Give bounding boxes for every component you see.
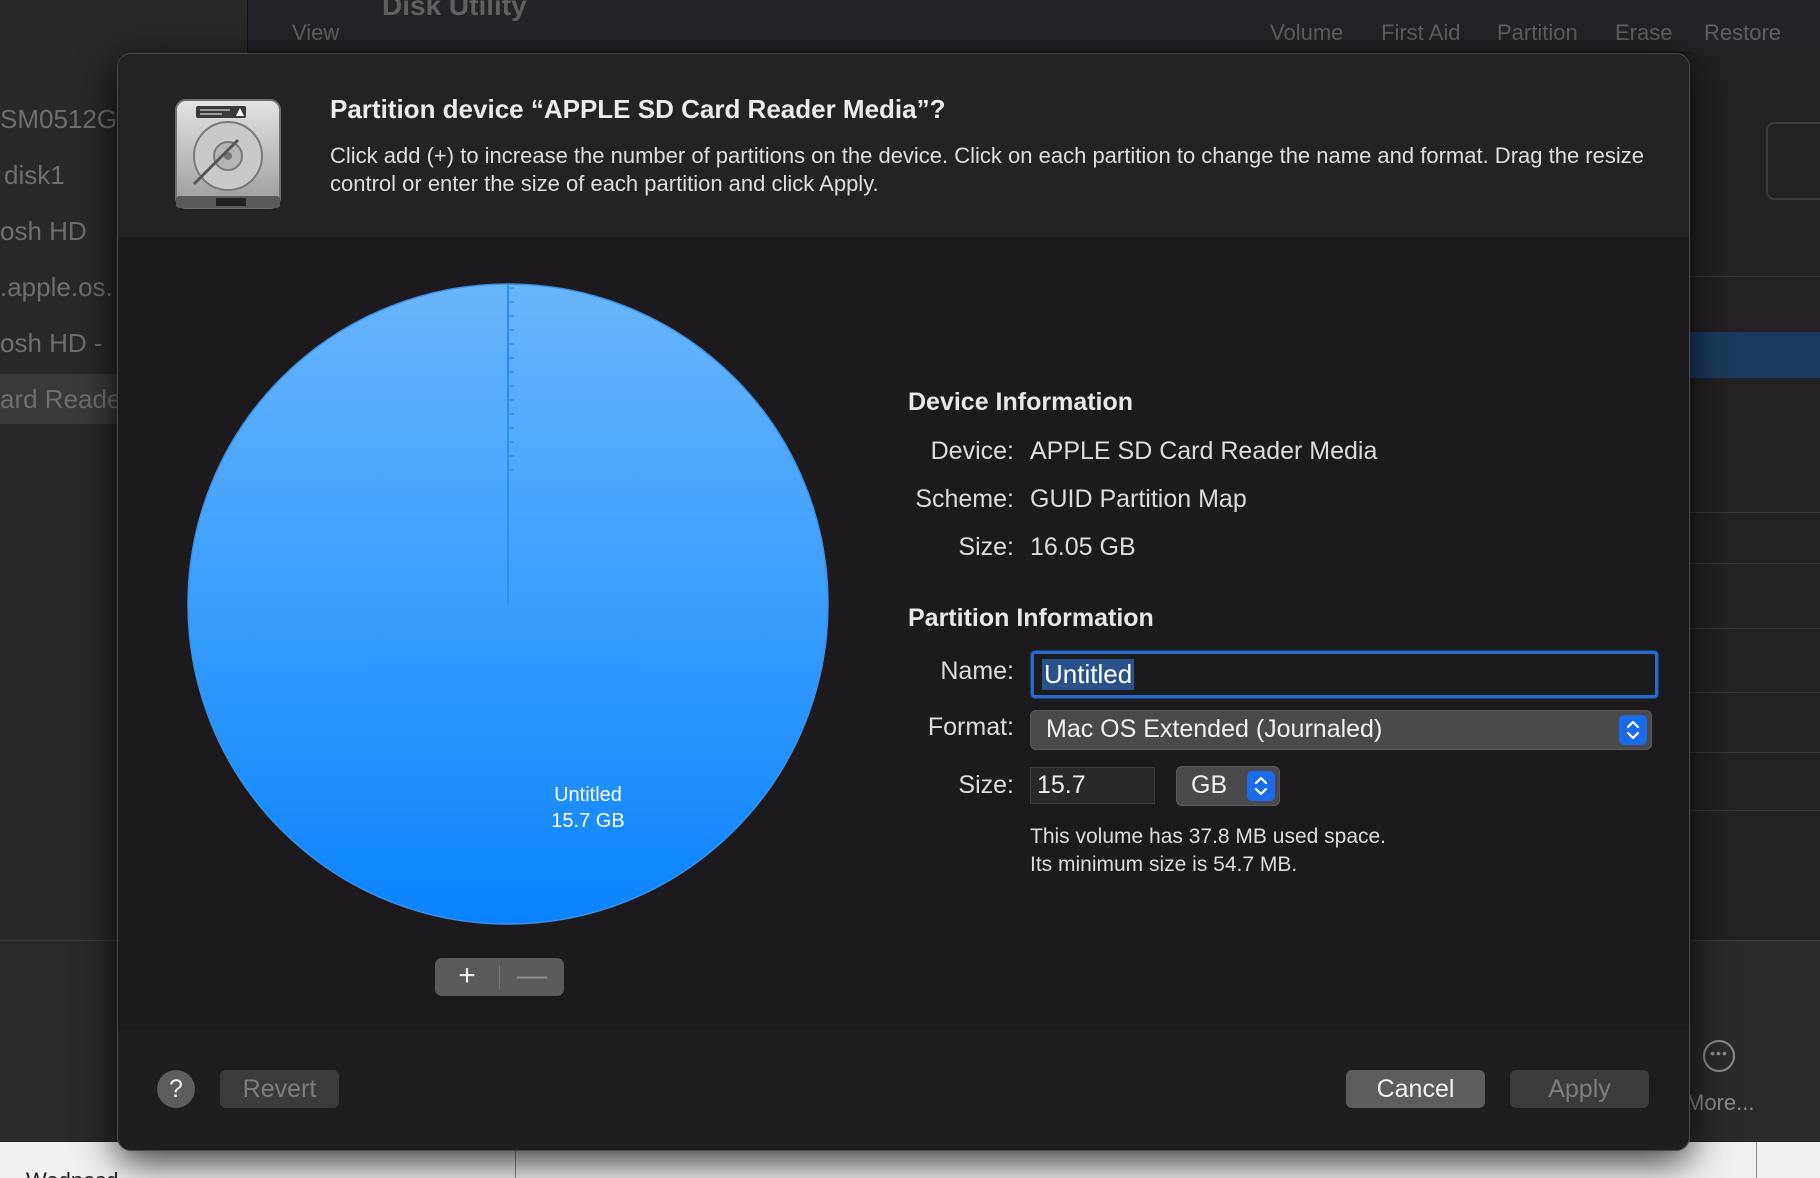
partition-size-field[interactable]: 15.7 [1030, 767, 1155, 804]
format-popup-button[interactable]: Mac OS Extended (Journaled) [1030, 710, 1652, 750]
chevron-up-down-icon [1619, 715, 1647, 745]
divider [1690, 628, 1820, 629]
remove-partition-button[interactable]: — [500, 958, 564, 996]
partition-name-field[interactable]: Untitled [1031, 651, 1658, 698]
bg-restore-button[interactable]: Restore [1704, 20, 1781, 46]
pie-partition-name: Untitled [554, 784, 622, 806]
format-value: Mac OS Extended (Journaled) [1046, 715, 1383, 743]
cancel-button[interactable]: Cancel [1346, 1070, 1485, 1108]
bg-first-aid-button[interactable]: First Aid [1381, 20, 1460, 46]
more-icon[interactable]: ••• [1703, 1040, 1735, 1072]
divider [1690, 692, 1820, 693]
bg-partition-button[interactable]: Partition [1497, 20, 1578, 46]
device-info-heading: Device Information [908, 388, 1134, 416]
divider [1690, 752, 1820, 753]
device-size-value: 16.05 GB [1030, 533, 1136, 561]
chevron-up-down-icon [1247, 771, 1275, 801]
size-unit-value: GB [1191, 771, 1228, 799]
bg-erase-button[interactable]: Erase [1615, 20, 1672, 46]
bg-app-title: Disk Utility [382, 0, 527, 21]
help-button[interactable]: ? [157, 1070, 195, 1108]
partition-size-value[interactable]: 15.7 [1037, 771, 1086, 800]
device-size-label: Size: [958, 533, 1014, 561]
pie-partition-size: 15.7 GB [551, 810, 625, 832]
background-selected-row [1690, 332, 1820, 378]
divider [1690, 276, 1820, 277]
scheme-value: GUID Partition Map [1030, 485, 1247, 513]
hard-drive-icon [175, 99, 281, 209]
bg-strip-text: Wednesd [26, 1168, 119, 1178]
device-label: Device: [930, 437, 1014, 465]
used-space-note: This volume has 37.8 MB used space. [1030, 825, 1387, 848]
partition-dialog: Partition device “APPLE SD Card Reader M… [117, 53, 1690, 1151]
add-remove-control: + — [435, 958, 564, 996]
apply-button[interactable]: Apply [1510, 1070, 1649, 1108]
partition-info-heading: Partition Information [908, 604, 1154, 632]
divider [1690, 563, 1820, 564]
dialog-title: Partition device “APPLE SD Card Reader M… [330, 94, 946, 124]
device-value: APPLE SD Card Reader Media [1030, 437, 1378, 465]
minimum-size-note: Its minimum size is 54.7 MB. [1030, 853, 1298, 876]
partition-name-value[interactable]: Untitled [1042, 659, 1135, 690]
size-unit-popup-button[interactable]: GB [1176, 766, 1280, 806]
partition-size-label: Size: [958, 771, 1014, 799]
scheme-label: Scheme: [915, 485, 1014, 513]
partition-pie-chart[interactable] [178, 274, 838, 934]
background-toolbar: View Disk Utility Volume First Aid Parti… [0, 0, 1820, 53]
background-info-box [1766, 122, 1820, 200]
bg-volume-button[interactable]: Volume [1270, 20, 1343, 46]
bg-more-label[interactable]: More... [1686, 1090, 1754, 1116]
format-label: Format: [927, 713, 1014, 741]
bg-view-label[interactable]: View [292, 20, 339, 46]
add-partition-button[interactable]: + [435, 958, 499, 996]
divider [1690, 512, 1820, 513]
divider [1690, 810, 1820, 811]
name-label: Name: [940, 657, 1014, 685]
divider [1756, 1142, 1757, 1178]
dialog-description: Click add (+) to increase the number of … [330, 143, 1644, 196]
revert-button[interactable]: Revert [220, 1070, 339, 1108]
